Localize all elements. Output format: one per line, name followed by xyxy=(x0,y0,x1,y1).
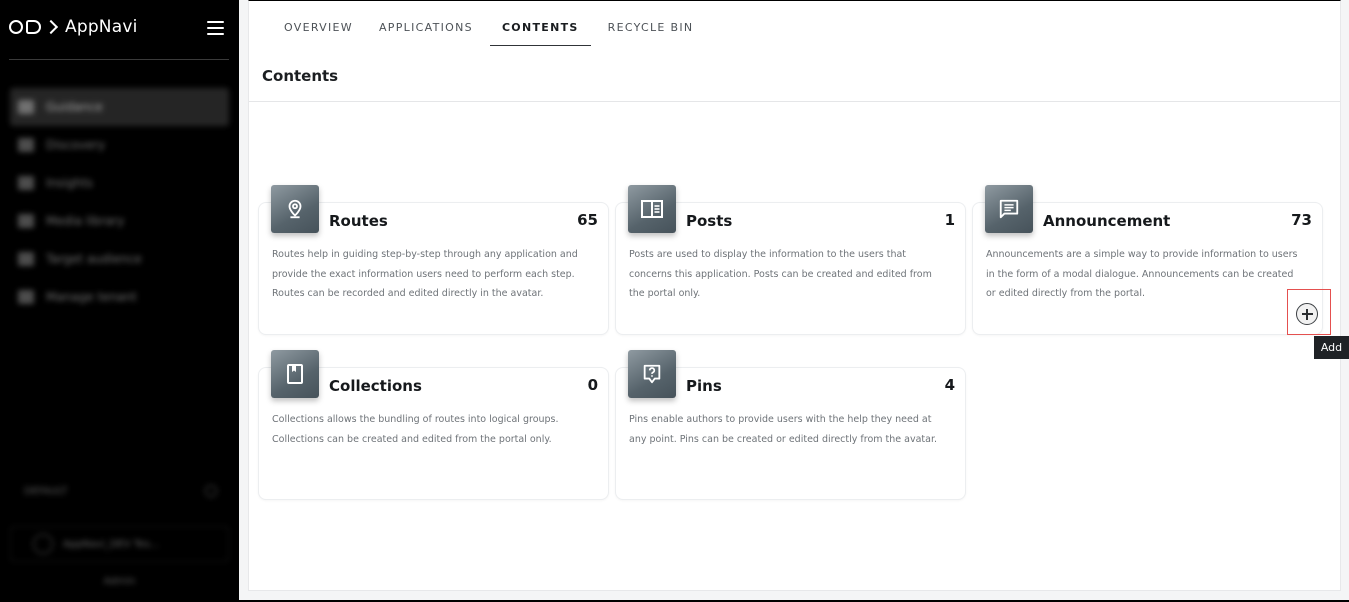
guidance-icon xyxy=(18,100,34,114)
sidebar-item-label: Media library xyxy=(46,214,125,228)
card-count: 73 xyxy=(1291,211,1312,229)
add-announcement-button[interactable] xyxy=(1296,303,1318,325)
sidebar-item-discovery[interactable]: Discovery xyxy=(10,126,229,164)
tab-bar: OVERVIEW APPLICATIONS CONTENTS RECYCLE B… xyxy=(275,11,710,46)
sidebar-item-guidance[interactable]: Guidance xyxy=(10,88,229,126)
card-title: Routes xyxy=(329,212,388,230)
target-audience-icon xyxy=(18,252,34,266)
card-pins[interactable]: Pins 4 Pins enable authors to provide us… xyxy=(615,350,966,500)
card-count: 65 xyxy=(577,211,598,229)
sidebar-item-label: Guidance xyxy=(46,100,103,114)
card-collections[interactable]: Collections 0 Collections allows the bun… xyxy=(258,350,609,500)
sidebar-item-target-audience[interactable]: Target audience xyxy=(10,240,229,278)
sidebar-item-insights[interactable]: Insights xyxy=(10,164,229,202)
card-count: 0 xyxy=(587,376,598,394)
sidebar-item-label: Target audience xyxy=(46,252,142,266)
tenant-section-header[interactable]: DEFAULT xyxy=(10,476,229,506)
title-divider xyxy=(249,101,1340,102)
tenant-section-label: DEFAULT xyxy=(24,485,68,497)
card-routes[interactable]: Routes 65 Routes help in guiding step-by… xyxy=(258,185,609,335)
app-name: AppNavi xyxy=(65,17,138,37)
account-label: AppNavi_DEV Tes... xyxy=(63,538,160,550)
card-title: Collections xyxy=(329,377,422,395)
account-avatar-icon xyxy=(33,534,53,554)
sidebar-footer: DEFAULT AppNavi_DEV Tes... Admin xyxy=(10,476,229,587)
app-logo[interactable]: AppNavi xyxy=(9,14,138,40)
info-icon[interactable] xyxy=(205,485,217,497)
main-area: OVERVIEW APPLICATIONS CONTENTS RECYCLE B… xyxy=(239,0,1349,602)
tab-overview[interactable]: OVERVIEW xyxy=(275,11,362,46)
account-selector[interactable]: AppNavi_DEV Tes... xyxy=(10,526,229,562)
sidebar: AppNavi Guidance Discovery Insights Medi… xyxy=(0,0,239,602)
insights-icon xyxy=(18,176,34,190)
tab-recycle-bin[interactable]: RECYCLE BIN xyxy=(599,11,703,46)
card-description: Announcements are a simple way to provid… xyxy=(986,249,1298,299)
sidebar-item-label: Discovery xyxy=(46,138,106,152)
discovery-icon xyxy=(18,138,34,152)
card-count: 1 xyxy=(944,211,955,229)
card-posts[interactable]: Posts 1 Posts are used to display the in… xyxy=(615,185,966,335)
tab-applications[interactable]: APPLICATIONS xyxy=(370,11,482,46)
card-description: Routes help in guiding step-by-step thro… xyxy=(272,249,578,299)
add-tooltip: Add xyxy=(1314,336,1349,359)
sidebar-item-media-library[interactable]: Media library xyxy=(10,202,229,240)
help-bubble-icon xyxy=(628,350,676,398)
sidebar-item-label: Manage tenant xyxy=(46,290,137,304)
logo-mark-icon xyxy=(9,19,59,35)
post-layout-icon xyxy=(628,185,676,233)
card-description: Pins enable authors to provide users wit… xyxy=(629,414,938,445)
manage-tenant-icon xyxy=(18,290,34,304)
location-pin-icon xyxy=(271,185,319,233)
plus-icon-vertical xyxy=(1306,308,1308,320)
card-title: Announcement xyxy=(1043,212,1171,230)
sidebar-item-label: Insights xyxy=(46,176,93,190)
card-description: Collections allows the bundling of route… xyxy=(272,414,559,445)
card-announcement[interactable]: Announcement 73 Announcements are a simp… xyxy=(972,185,1323,335)
user-label[interactable]: Admin xyxy=(10,576,229,587)
message-lines-icon xyxy=(985,185,1033,233)
sidebar-item-manage-tenant[interactable]: Manage tenant xyxy=(10,278,229,316)
sidebar-nav: Guidance Discovery Insights Media librar… xyxy=(10,88,229,316)
hamburger-menu-icon[interactable] xyxy=(207,21,224,35)
card-description: Posts are used to display the informatio… xyxy=(629,249,932,299)
card-title: Posts xyxy=(686,212,733,230)
media-library-icon xyxy=(18,214,34,228)
page-title: Contents xyxy=(262,67,339,85)
card-title: Pins xyxy=(686,377,722,395)
content-panel: OVERVIEW APPLICATIONS CONTENTS RECYCLE B… xyxy=(248,0,1341,591)
card-count: 4 xyxy=(944,376,955,394)
tab-contents[interactable]: CONTENTS xyxy=(489,11,591,46)
sidebar-divider xyxy=(9,59,229,60)
bookmark-book-icon xyxy=(271,350,319,398)
